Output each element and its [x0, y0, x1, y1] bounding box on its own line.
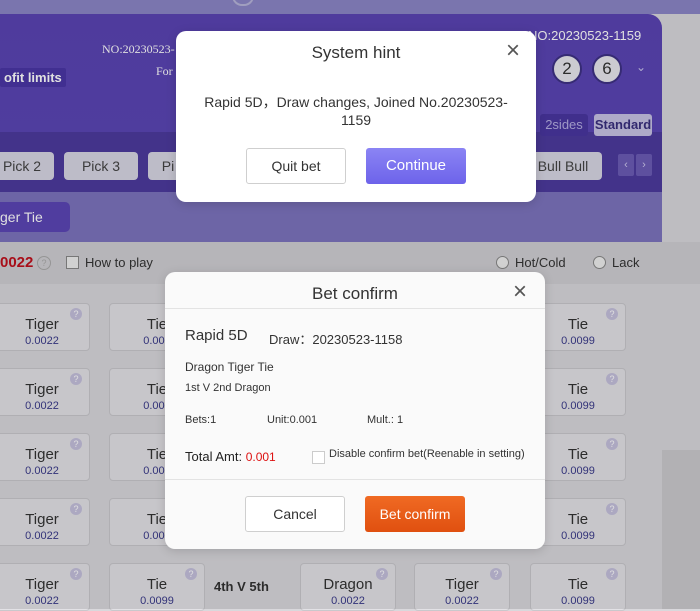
bets-count: Bets:1	[185, 414, 217, 426]
total-amount: Total Amt: 0.001	[185, 449, 276, 464]
divider	[165, 479, 545, 480]
cancel-button[interactable]: Cancel	[245, 496, 345, 532]
system-hint-dialog: System hint × Rapid 5D，Draw changes, Joi…	[176, 31, 536, 202]
total-label: Total Amt:	[185, 449, 243, 464]
bet-selection: 1st V 2nd Dragon	[185, 382, 271, 394]
mult-value: Mult.: 1	[367, 414, 404, 426]
draw-number: Draw：20230523-1158	[269, 332, 403, 347]
continue-button[interactable]: Continue	[366, 148, 466, 184]
bet-confirm-dialog: Bet confirm × Rapid 5D Draw：20230523-115…	[165, 272, 545, 549]
game-name: Rapid 5D	[185, 327, 248, 344]
close-icon[interactable]: ×	[506, 39, 520, 63]
quit-bet-button[interactable]: Quit bet	[246, 148, 346, 184]
dialog-title: System hint	[311, 43, 401, 62]
unit-value: Unit:0.001	[267, 414, 318, 426]
bet-type: Dragon Tiger Tie	[185, 360, 274, 374]
close-icon[interactable]: ×	[513, 280, 527, 304]
bet-confirm-button[interactable]: Bet confirm	[365, 496, 465, 532]
dialog-message: Rapid 5D，Draw changes, Joined No.2023052…	[204, 94, 508, 128]
divider	[165, 308, 545, 309]
total-value: 0.001	[245, 450, 276, 464]
disable-confirm-checkbox[interactable]	[312, 451, 325, 464]
disable-confirm-label: Disable confirm bet(Reenable in setting)	[329, 448, 525, 460]
dialog-title: Bet confirm	[312, 284, 398, 303]
